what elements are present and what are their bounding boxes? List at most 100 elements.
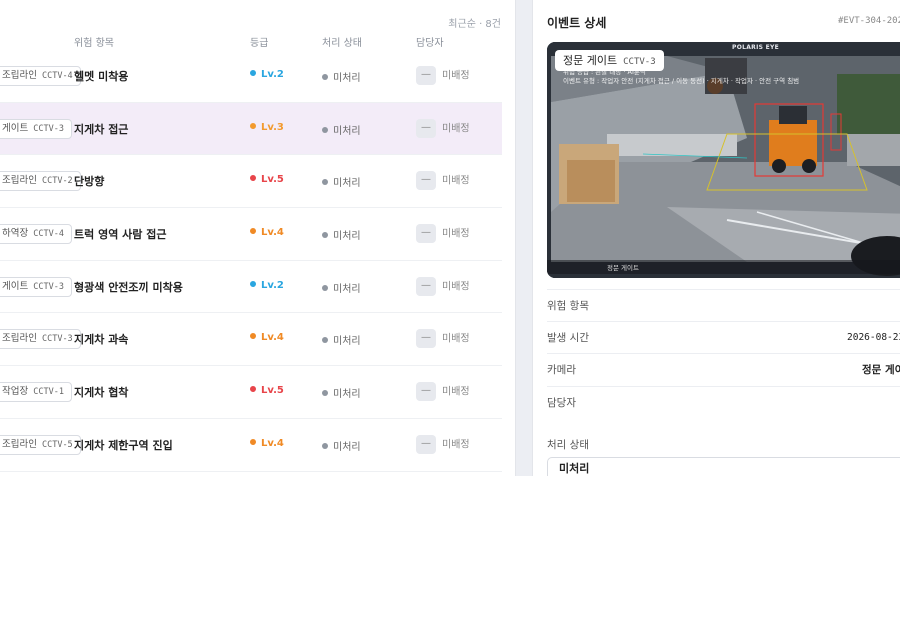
level-dot-icon: [250, 70, 256, 76]
row-location-tag: 조립라인 CCTV-4: [0, 66, 81, 86]
assignee-empty-icon: —: [416, 224, 436, 244]
video-footer-label: 정문 게이트: [607, 264, 639, 272]
level-dot-icon: [250, 386, 256, 393]
process-status-label: 처리 상태: [547, 439, 589, 451]
cctv-video-player[interactable]: POLARIS EYE 정문 게이트 CCTV-3 위험 등급 : 관찰 대상 ·…: [547, 42, 900, 278]
row-location: 조립라인: [2, 333, 37, 345]
row-status: 미처리: [322, 69, 361, 84]
row-level-text: Lv.2: [261, 69, 284, 80]
event-list-panel: 최근순 · 8건 위험 항목 등급 처리 상태 담당자 조립라인 CCTV-4 헬멧…: [0, 0, 516, 476]
row-assignee-text: 미배정: [442, 175, 470, 187]
row-status: 미처리: [322, 174, 361, 189]
table-row[interactable]: 조립라인 CCTV-5 지게차 제한구역 진입 Lv.4 미처리 — 미배정: [0, 419, 502, 472]
level-dot-icon: [250, 438, 256, 445]
status-dot-icon: [322, 179, 328, 186]
row-status-text: 미처리: [333, 283, 361, 295]
assignee-empty-icon: —: [416, 171, 436, 191]
table-row[interactable]: 작업장 CCTV-1 지게차 협착 Lv.5 미처리 — 미배정: [0, 366, 502, 419]
row-status-text: 미처리: [333, 178, 361, 190]
row-camera-id: CCTV-3: [33, 123, 64, 134]
row-location: 조립라인: [2, 438, 37, 450]
status-dot-icon: [322, 74, 328, 80]
table-row[interactable]: 하역장 CCTV-4 트럭 영역 사람 접근 Lv.4 미처리 — 미배정: [0, 208, 502, 261]
assignee-empty-icon: —: [416, 66, 436, 85]
row-location-tag: 하역장 CCTV-4: [0, 224, 72, 245]
level-dot-icon: [250, 122, 256, 129]
row-assignee[interactable]: — 미배정: [416, 224, 470, 244]
level-dot-icon: [250, 175, 256, 182]
row-status: 미처리: [322, 227, 361, 242]
row-assignee-text: 미배정: [442, 386, 470, 398]
row-level: Lv.4: [250, 332, 284, 343]
row-level: Lv.5: [250, 385, 284, 396]
row-location-tag: 조립라인 CCTV-2: [0, 171, 81, 192]
row-assignee[interactable]: — 미배정: [416, 276, 470, 296]
row-status: 미처리: [322, 438, 361, 453]
video-overlay-line-2: 이벤트 유형 : 작업자 안전 (지게차 접근 / 이동 동선) · 지게차 ·…: [563, 77, 800, 85]
status-dot-icon: [322, 284, 328, 291]
row-status: 미처리: [322, 332, 361, 347]
row-risk: 지게차 접근: [74, 122, 129, 136]
row-camera-id: CCTV-4: [41, 71, 73, 81]
field-assignee: 담당자: [547, 386, 900, 426]
row-level-text: Lv.4: [261, 437, 284, 449]
row-level-text: Lv.3: [261, 121, 284, 133]
table-row[interactable]: 게이트 CCTV-3 지게차 접근 Lv.3 미처리 — 미배정: [0, 102, 502, 156]
table-row[interactable]: 조립라인 CCTV-4 헬멧 미착용 Lv.2 미처리 — 미배정: [0, 50, 502, 103]
row-status-text: 미처리: [333, 336, 361, 348]
row-level: Lv.4: [250, 227, 284, 238]
row-level-text: Lv.4: [261, 227, 284, 239]
assignee-empty-icon: —: [416, 434, 436, 454]
table-row[interactable]: 게이트 CCTV-3 형광색 안전조끼 미착용 Lv.2 미처리 — 미배정: [0, 261, 502, 314]
row-level-text: Lv.2: [261, 279, 284, 291]
process-status-select[interactable]: 미처리: [547, 457, 900, 476]
row-assignee[interactable]: — 미배정: [416, 382, 470, 402]
level-dot-icon: [250, 333, 256, 340]
list-header: 위험 항목 등급 처리 상태 담당자: [0, 30, 502, 50]
field-time-label: 발생 시간: [547, 332, 589, 344]
field-camera-value: 정문 게이트: [862, 364, 900, 376]
header-risk: 위험 항목: [74, 38, 114, 49]
row-level: Lv.2: [250, 69, 284, 80]
row-location: 게이트: [2, 122, 29, 134]
row-assignee[interactable]: — 미배정: [416, 434, 470, 454]
level-dot-icon: [250, 280, 256, 287]
status-dot-icon: [322, 442, 328, 449]
table-row[interactable]: 조립라인 CCTV-2 단방향 Lv.5 미처리 — 미배정: [0, 155, 502, 209]
row-status-text: 미처리: [333, 441, 361, 453]
row-assignee-text: 미배정: [442, 123, 470, 135]
row-assignee-text: 미배정: [442, 439, 470, 451]
header-level: 등급: [250, 38, 269, 49]
row-assignee-text: 미배정: [442, 70, 470, 82]
row-assignee[interactable]: — 미배정: [416, 329, 470, 349]
row-assignee[interactable]: — 미배정: [416, 118, 470, 138]
row-location-tag: 조립라인 CCTV-3: [0, 329, 81, 350]
row-location-tag: 작업장 CCTV-1: [0, 382, 72, 403]
row-risk: 단방향: [74, 175, 105, 189]
table-row[interactable]: 조립라인 CCTV-3 지게차 과속 Lv.4 미처리 — 미배정: [0, 313, 502, 367]
status-dot-icon: [322, 390, 328, 397]
row-assignee[interactable]: — 미배정: [416, 66, 470, 85]
row-camera-id: CCTV-4: [33, 229, 64, 240]
row-level-text: Lv.5: [261, 174, 284, 186]
field-camera: 카메라 정문 게이트: [547, 353, 900, 385]
row-level-text: Lv.5: [261, 385, 284, 397]
row-risk: 지게차 과속: [74, 333, 129, 347]
row-camera-id: CCTV-2: [41, 176, 73, 187]
video-footer-bar: 정문 게이트: [547, 260, 900, 274]
event-rows: 조립라인 CCTV-4 헬멧 미착용 Lv.2 미처리 — 미배정 게이트 CCTV-3 지게차 …: [0, 50, 502, 472]
event-id: #EVT-304-2026: [838, 16, 900, 26]
detail-title: 이벤트 상세: [547, 16, 607, 30]
row-level: Lv.3: [250, 122, 284, 133]
row-location: 하역장: [2, 228, 29, 240]
row-status: 미처리: [322, 280, 361, 295]
row-location-tag: 조립라인 CCTV-5: [0, 434, 81, 455]
row-status-text: 미처리: [333, 231, 361, 243]
level-dot-icon: [250, 228, 256, 235]
field-time-value: 2026-08-23 1: [847, 332, 900, 343]
row-assignee[interactable]: — 미배정: [416, 171, 470, 191]
row-status: 미처리: [322, 122, 361, 137]
field-camera-label: 카메라: [547, 364, 576, 376]
status-dot-icon: [322, 337, 328, 344]
assignee-empty-icon: —: [416, 382, 436, 402]
